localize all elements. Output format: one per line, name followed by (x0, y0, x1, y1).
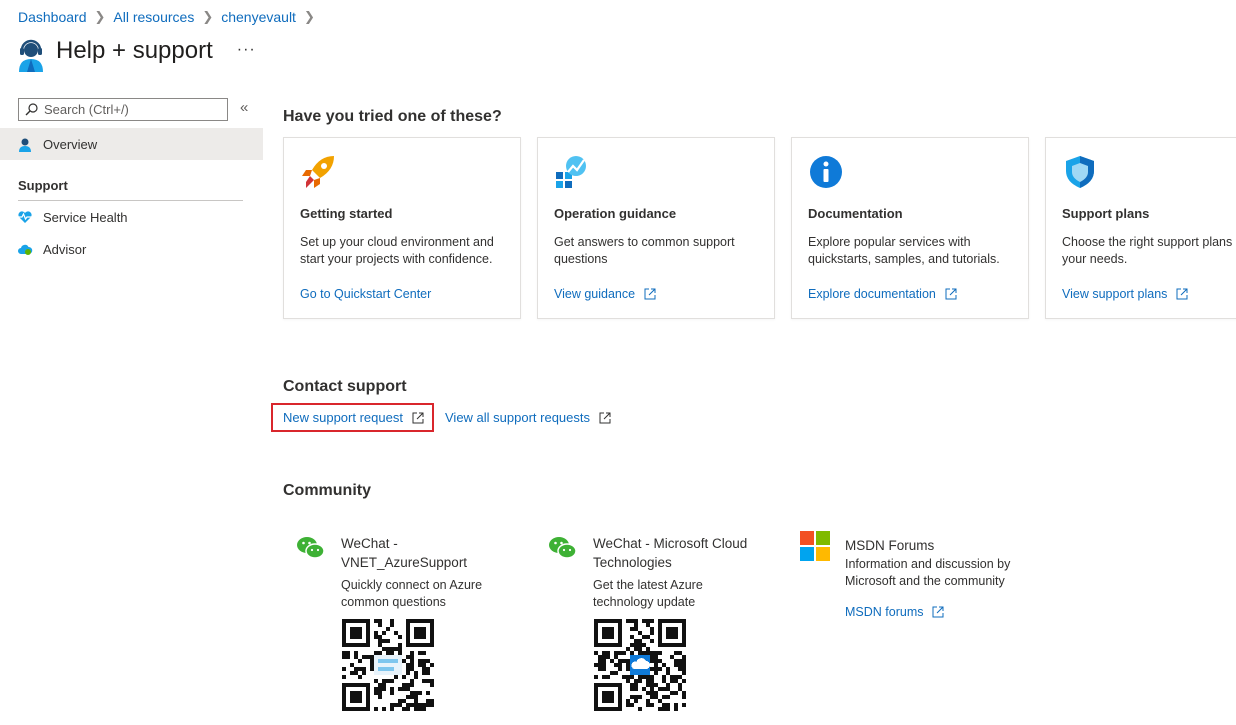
rocket-icon (302, 156, 334, 188)
card-description-line: Get answers to common support (554, 235, 735, 249)
info-icon (810, 156, 842, 188)
community-description-line: Information and discussion by (845, 557, 1011, 571)
more-options-button[interactable]: ··· (237, 41, 256, 59)
external-link-icon (599, 412, 611, 423)
divider (18, 200, 243, 201)
card-description-line: your needs. (1062, 252, 1128, 266)
community-title-line: WeChat - (341, 536, 398, 551)
card-support-plans: Support plans Choose the right support p… (1045, 137, 1236, 319)
sidebar-item-label: Overview (43, 136, 98, 152)
sidebar-search[interactable] (18, 98, 228, 121)
community-description-line: Quickly connect on Azure (341, 578, 483, 592)
link-label: View guidance (554, 287, 636, 301)
page-header: Help + support ··· (16, 34, 256, 74)
external-link-icon (412, 412, 424, 423)
external-link-icon (945, 288, 957, 300)
link-label: Explore documentation (808, 287, 936, 301)
community-title: MSDN Forums (845, 538, 935, 553)
link-label: MSDN forums (845, 605, 924, 619)
card-description: Set up your cloud environment and start … (300, 234, 512, 268)
operation-chart-icon (556, 156, 586, 188)
wechat-icon (297, 537, 325, 559)
card-description-line: Set up your cloud environment and (300, 235, 494, 249)
card-description-line: questions (554, 252, 608, 266)
sidebar-item-label: Advisor (43, 241, 87, 257)
community-description-line: common questions (341, 595, 446, 609)
qr-code-image (594, 619, 686, 711)
card-title: Documentation (808, 206, 903, 221)
sidebar-item-label: Service Health (43, 209, 128, 225)
support-agent-icon (19, 138, 31, 152)
community-description-line: Microsoft and the community (845, 574, 1005, 588)
external-link-icon (932, 606, 944, 618)
breadcrumb-dashboard[interactable]: Dashboard (18, 9, 87, 25)
page-title: Help + support (56, 37, 213, 64)
search-icon (25, 103, 38, 116)
sidebar-section-support: Support (18, 178, 68, 193)
new-support-request-link[interactable]: New support request (271, 403, 434, 432)
external-link-icon (1176, 288, 1188, 300)
view-guidance-link[interactable]: View guidance (554, 287, 656, 301)
card-description-line: Choose the right support plans (1062, 235, 1233, 249)
card-operation-guidance: Operation guidance Get answers to common… (537, 137, 775, 319)
chevron-right-icon: ❯ (202, 9, 214, 24)
community-title: WeChat - VNET_AzureSupport (341, 534, 521, 572)
card-documentation: Documentation Explore popular services w… (791, 137, 1029, 319)
explore-documentation-link[interactable]: Explore documentation (808, 287, 957, 301)
card-title: Getting started (300, 206, 393, 221)
view-all-support-requests-link[interactable]: View all support requests (445, 410, 611, 425)
community-title: WeChat - Microsoft Cloud Technologies (593, 534, 773, 572)
community-heading: Community (283, 482, 371, 499)
tried-cards: Getting started Set up your cloud enviro… (283, 137, 1236, 319)
community-description-line: technology update (593, 595, 696, 609)
view-support-plans-link[interactable]: View support plans (1062, 287, 1188, 301)
breadcrumb: Dashboard ❯ All resources ❯ chenyevault … (18, 9, 323, 25)
sidebar-item-overview[interactable]: Overview (0, 128, 263, 160)
sidebar-item-advisor[interactable]: Advisor (17, 241, 86, 257)
card-description-line: quickstarts, samples, and tutorials. (808, 252, 1000, 266)
link-label: View all support requests (445, 410, 591, 425)
card-description: Get answers to common support questions (554, 234, 766, 268)
breadcrumb-all-resources[interactable]: All resources (113, 9, 194, 25)
search-input[interactable] (42, 101, 222, 118)
microsoft-logo-icon (800, 531, 830, 561)
card-getting-started: Getting started Set up your cloud enviro… (283, 137, 521, 319)
link-label: View support plans (1062, 287, 1168, 301)
contact-links: New support request View all support req… (271, 403, 611, 432)
quickstart-center-link[interactable]: Go to Quickstart Center (300, 287, 431, 301)
sidebar-item-service-health[interactable]: Service Health (17, 209, 128, 225)
community-description-line: Get the latest Azure (593, 578, 703, 592)
link-label: Go to Quickstart Center (300, 287, 432, 301)
collapse-sidebar-button[interactable]: « (240, 99, 248, 116)
support-agent-icon (19, 39, 43, 72)
card-description: Explore popular services with quickstart… (808, 234, 1020, 268)
link-label: New support request (283, 410, 403, 425)
qr-code-image (342, 619, 434, 711)
msdn-forums-link[interactable]: MSDN forums (845, 605, 944, 619)
contact-heading: Contact support (283, 378, 407, 395)
breadcrumb-vault[interactable]: chenyevault (221, 9, 296, 25)
community-title-line: WeChat - Microsoft Cloud (593, 536, 748, 551)
card-title: Operation guidance (554, 206, 677, 221)
card-description: Choose the right support plans your need… (1062, 234, 1236, 268)
advisor-cloud-icon (18, 244, 33, 255)
tried-heading: Have you tried one of these? (283, 108, 502, 125)
community-description: Quickly connect on Azure common question… (341, 577, 531, 611)
card-description-line: start your projects with confidence. (300, 252, 493, 266)
card-title: Support plans (1062, 206, 1150, 221)
wechat-icon (549, 537, 577, 559)
chevron-right-icon: ❯ (94, 9, 106, 24)
community-title-line: VNET_AzureSupport (341, 555, 468, 570)
external-link-icon (644, 288, 656, 300)
community-description: Get the latest Azure technology update (593, 577, 783, 611)
card-description-line: Explore popular services with (808, 235, 971, 249)
chevron-right-icon: ❯ (303, 9, 315, 24)
community-title-line: Technologies (593, 555, 672, 570)
community-description: Information and discussion by Microsoft … (845, 556, 1045, 590)
shield-icon (1066, 156, 1094, 188)
heart-pulse-icon (18, 211, 32, 223)
